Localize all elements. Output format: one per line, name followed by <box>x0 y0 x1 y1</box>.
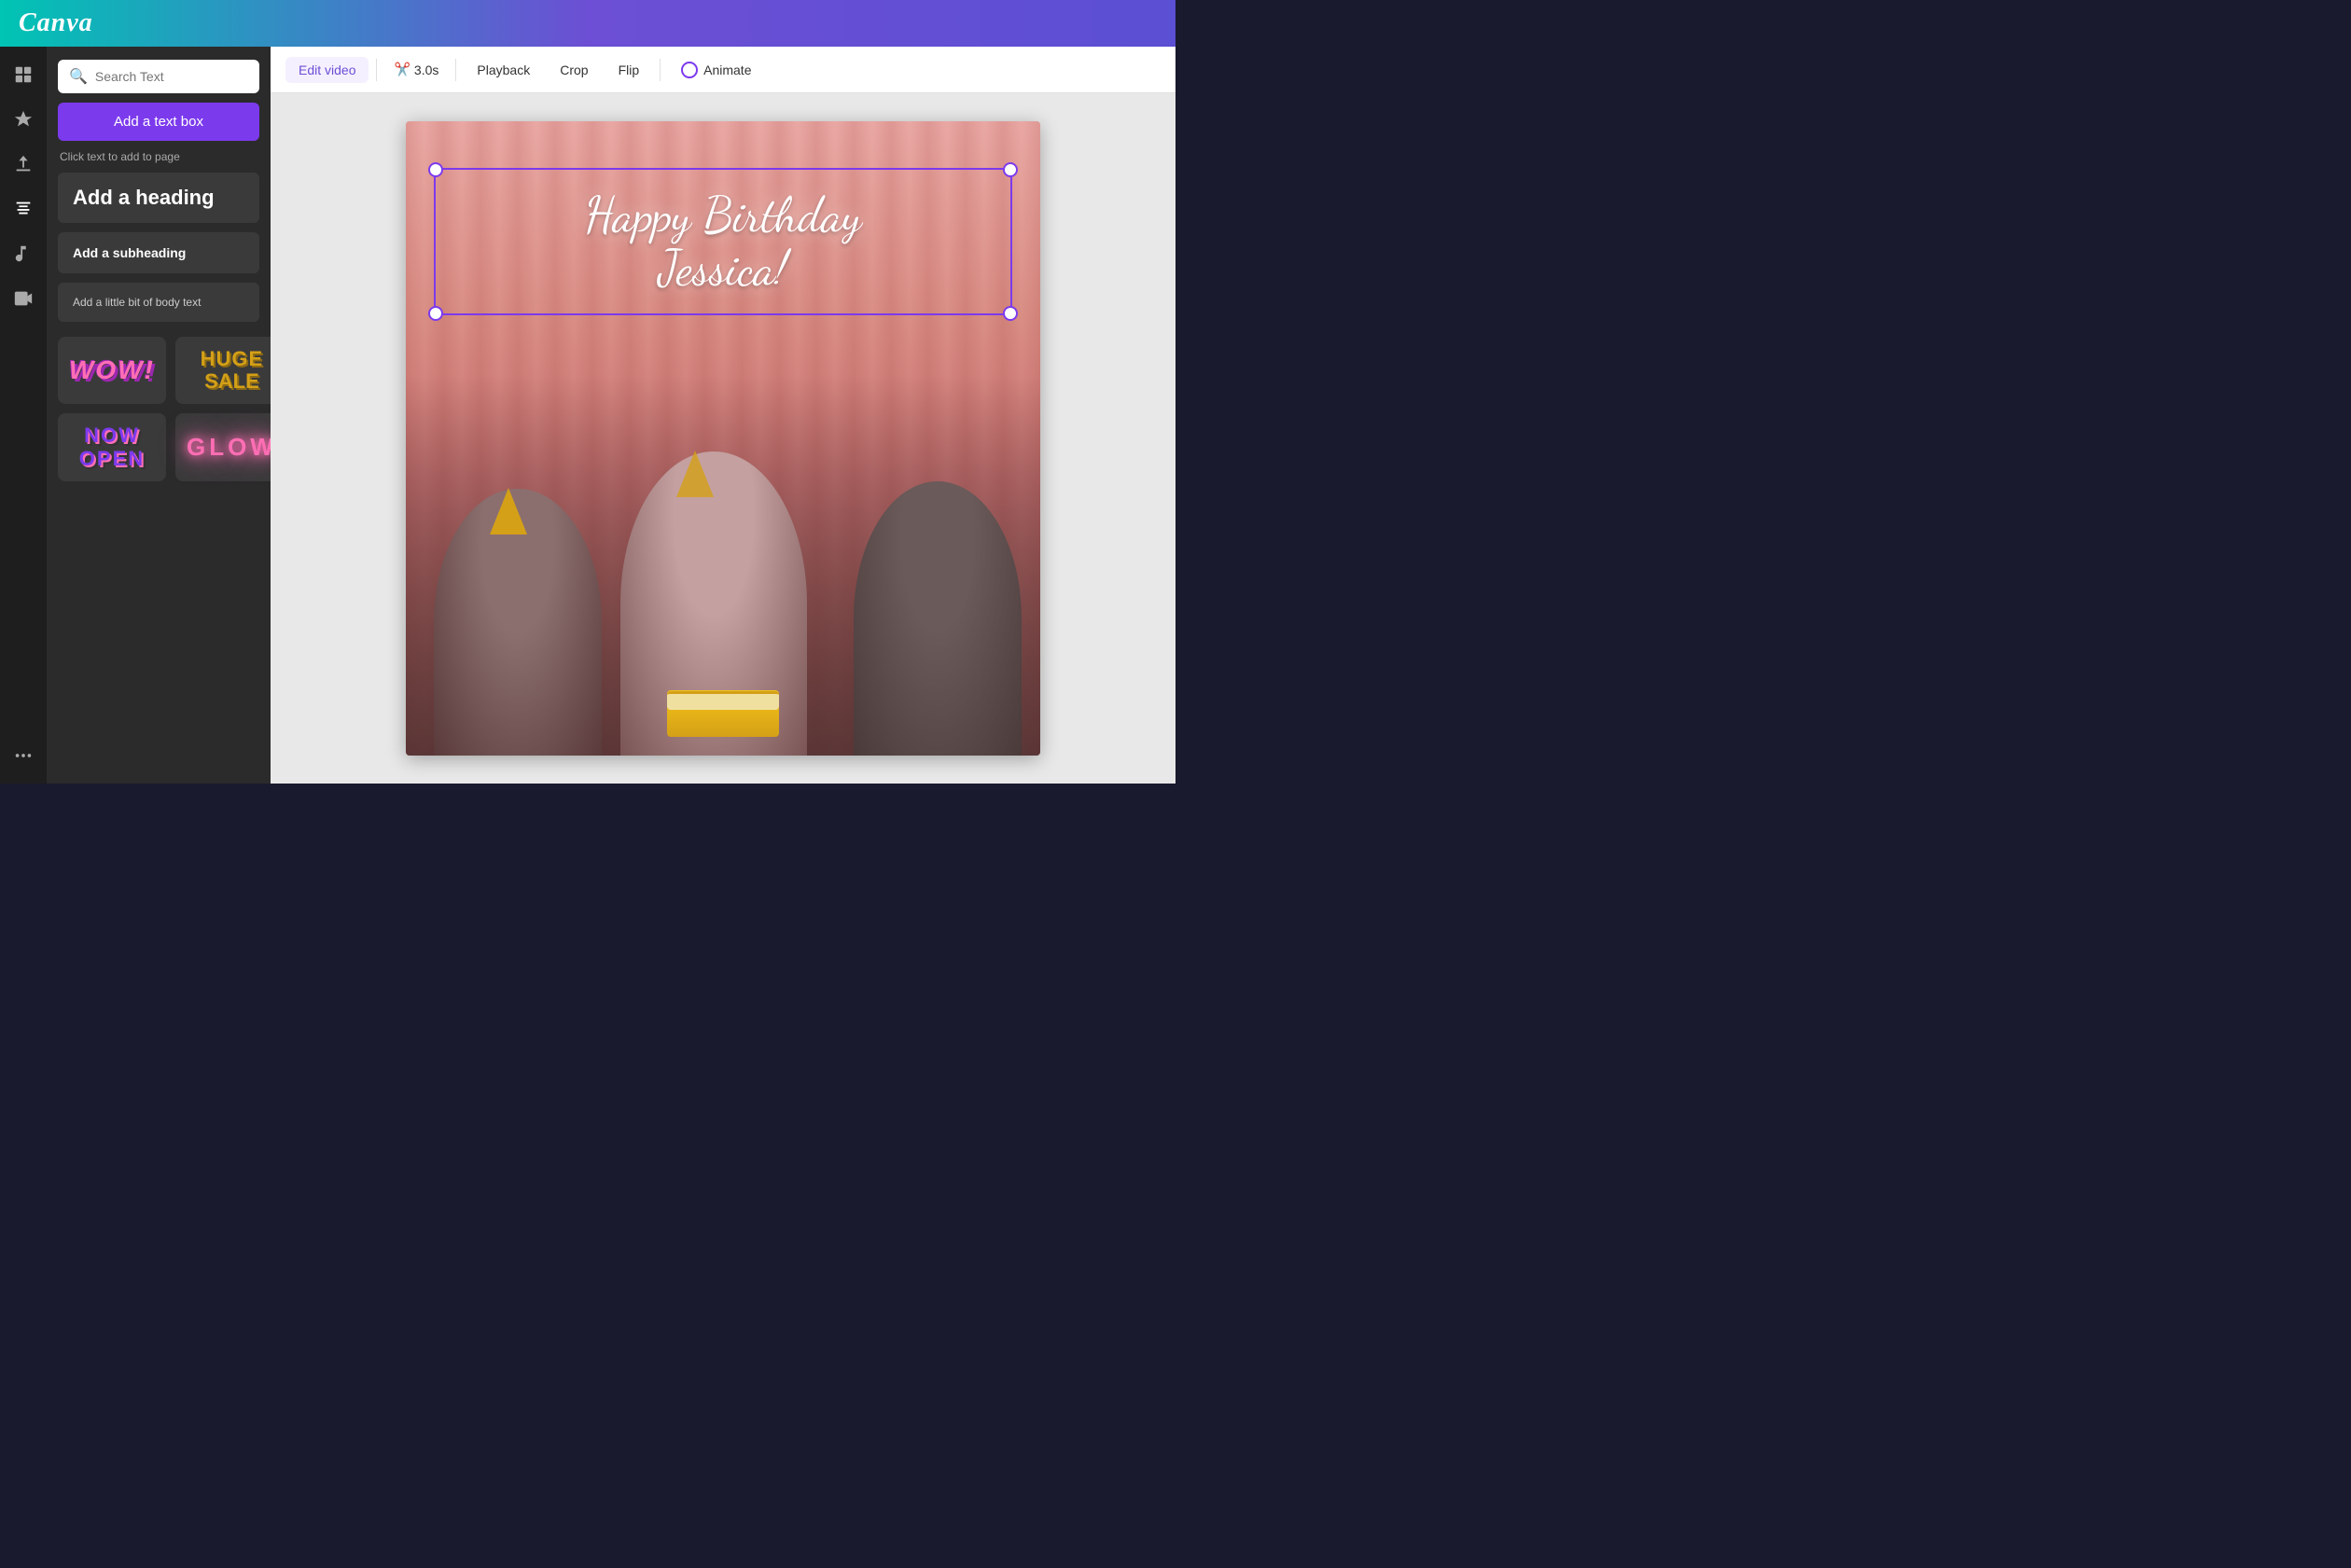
canva-logo: Canva <box>19 8 93 38</box>
canvas-frame[interactable]: Happy Birthday Jessica! <box>406 121 1040 756</box>
search-bar[interactable]: 🔍 <box>58 60 259 93</box>
add-body-text-item[interactable]: Add a little bit of body text <box>58 283 259 322</box>
text-panel: 🔍 Add a text box Click text to add to pa… <box>47 47 271 784</box>
wow-style-sample[interactable]: WOW! <box>58 337 166 404</box>
flip-button[interactable]: Flip <box>605 57 653 83</box>
selection-handle-top-left[interactable] <box>428 162 443 177</box>
add-subheading-item[interactable]: Add a subheading <box>58 232 259 273</box>
add-heading-item[interactable]: Add a heading <box>58 173 259 223</box>
toolbar-divider-1 <box>376 59 377 81</box>
sidebar-item-video[interactable] <box>5 280 42 317</box>
sidebar-item-text[interactable] <box>5 190 42 228</box>
icon-sidebar <box>0 47 47 784</box>
edit-video-button[interactable]: Edit video <box>285 57 369 83</box>
sidebar-item-audio[interactable] <box>5 235 42 272</box>
huge-sale-text: HUGE SALE <box>201 348 264 393</box>
duration-control[interactable]: ✂️ 3.0s <box>384 56 448 83</box>
animate-button[interactable]: Animate <box>668 56 764 84</box>
canvas-content: Happy Birthday Jessica! <box>271 93 1176 784</box>
add-textbox-button[interactable]: Add a text box <box>58 103 259 141</box>
search-icon: 🔍 <box>69 67 88 86</box>
glow-style-sample[interactable]: GLOW <box>175 413 271 480</box>
sidebar-item-elements[interactable] <box>5 101 42 138</box>
birthday-text-element[interactable]: Happy Birthday Jessica! <box>434 168 1012 315</box>
toolbar-divider-3 <box>660 59 661 81</box>
canvas-area: Edit video ✂️ 3.0s Playback Crop Flip An… <box>271 47 1176 784</box>
now-open-style-sample[interactable]: NOW OPEN <box>58 413 166 480</box>
animate-icon <box>681 62 698 78</box>
crop-button[interactable]: Crop <box>547 57 601 83</box>
scissors-icon: ✂️ <box>394 62 410 77</box>
wow-text: WOW! <box>69 355 155 385</box>
sidebar-item-layout[interactable] <box>5 56 42 93</box>
birthday-text: Happy Birthday Jessica! <box>445 188 1001 295</box>
duration-label: 3.0s <box>414 62 438 77</box>
header: Canva <box>0 0 1176 47</box>
glow-text: GLOW <box>187 433 271 462</box>
huge-sale-style-sample[interactable]: HUGE SALE <box>175 337 271 404</box>
selection-handle-top-right[interactable] <box>1003 162 1018 177</box>
now-open-text: NOW OPEN <box>79 424 145 469</box>
toolbar-divider-2 <box>455 59 456 81</box>
playback-button[interactable]: Playback <box>464 57 543 83</box>
sidebar-item-uploads[interactable] <box>5 146 42 183</box>
people-silhouette <box>406 375 1040 756</box>
click-text-hint: Click text to add to page <box>58 150 259 163</box>
style-samples: WOW! HUGE SALE NOW OPEN GLOW <box>58 337 259 481</box>
main-layout: 🔍 Add a text box Click text to add to pa… <box>0 47 1176 784</box>
search-input[interactable] <box>95 69 264 84</box>
sidebar-item-more[interactable] <box>5 737 42 774</box>
toolbar: Edit video ✂️ 3.0s Playback Crop Flip An… <box>271 47 1176 93</box>
